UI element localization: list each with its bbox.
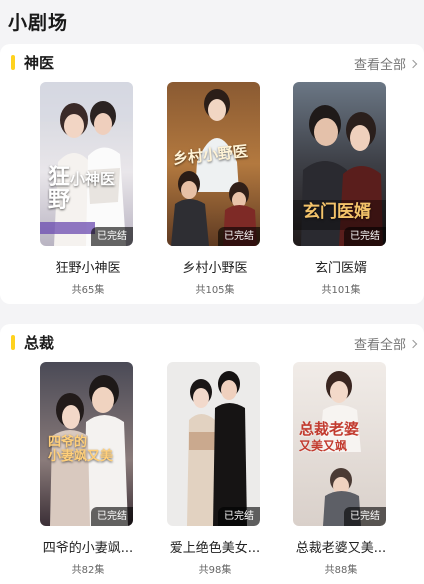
section-header: 总裁 查看全部 <box>0 324 424 364</box>
drama-title[interactable]: 四爷的小妻飒... <box>23 537 153 556</box>
drama-card[interactable]: 四爷的 小妻飒又美 已完结 四爷的小妻飒... 共82集 <box>33 362 133 582</box>
poster-title-art: 玄门医婿 <box>303 202 371 222</box>
drama-poster[interactable]: 狂小神医野 已完结 <box>40 82 133 246</box>
drama-card[interactable]: 狂小神医野 已完结 狂野小神医 共65集 <box>33 82 133 302</box>
section-zongcai: 总裁 查看全部 四爷的 小妻飒又美 已完结 四爷的小妻飒... 共82集 已完结… <box>0 324 424 584</box>
drama-title[interactable]: 乡村小野医 <box>150 257 280 276</box>
episode-count: 共105集 <box>195 285 235 296</box>
poster-title-art: 狂小神医野 <box>48 164 116 214</box>
drama-title[interactable]: 总裁老婆又美... <box>276 537 406 556</box>
status-badge: 已完结 <box>344 227 386 246</box>
episode-count: 共65集 <box>71 285 105 296</box>
drama-poster[interactable]: 乡村小野医 已完结 <box>167 82 260 246</box>
accent-bar <box>11 335 15 350</box>
section-title: 总裁 <box>24 334 55 352</box>
drama-card[interactable]: 已完结 爱上绝色美女... 共98集 <box>160 362 260 582</box>
drama-poster[interactable]: 总裁老婆 又美又飒 已完结 <box>293 362 386 526</box>
chevron-right-icon <box>408 339 418 348</box>
poster-title-art: 四爷的 小妻飒又美 <box>48 435 114 464</box>
accent-bar <box>11 55 15 70</box>
section-header: 神医 查看全部 <box>0 44 424 84</box>
drama-card[interactable]: 玄门医婿 已完结 玄门医婿 共101集 <box>286 82 386 302</box>
drama-card[interactable]: 乡村小野医 已完结 乡村小野医 共105集 <box>160 82 260 302</box>
drama-card[interactable]: 总裁老婆 又美又飒 已完结 总裁老婆又美... 共88集 <box>286 362 386 582</box>
view-all-button[interactable]: 查看全部 <box>354 54 420 73</box>
episode-count: 共101集 <box>321 285 361 296</box>
status-badge: 已完结 <box>91 507 133 526</box>
drama-poster[interactable]: 已完结 <box>167 362 260 526</box>
drama-poster[interactable]: 四爷的 小妻飒又美 已完结 <box>40 362 133 526</box>
view-all-label: 查看全部 <box>353 338 406 353</box>
status-badge: 已完结 <box>218 227 260 246</box>
drama-title[interactable]: 玄门医婿 <box>276 257 406 276</box>
episode-count: 共88集 <box>324 565 358 576</box>
episode-count: 共98集 <box>198 565 232 576</box>
drama-list: 四爷的 小妻飒又美 已完结 四爷的小妻飒... 共82集 已完结 爱上绝色美女.… <box>0 362 424 584</box>
drama-title[interactable]: 狂野小神医 <box>23 257 153 276</box>
chevron-right-icon <box>408 59 418 68</box>
status-badge: 已完结 <box>344 507 386 526</box>
poster-title-art: 总裁老婆 又美又飒 <box>299 420 360 453</box>
view-all-button[interactable]: 查看全部 <box>354 334 420 353</box>
status-badge: 已完结 <box>218 507 260 526</box>
drama-title[interactable]: 爱上绝色美女... <box>150 537 280 556</box>
drama-poster[interactable]: 玄门医婿 已完结 <box>293 82 386 246</box>
section-title: 神医 <box>24 54 55 72</box>
section-shenyi: 神医 查看全部 狂小神医 野 已完结 狂野小神医 共65集 乡村小野医 已完结 … <box>0 44 424 304</box>
page-title: 小剧场 <box>8 12 69 34</box>
view-all-label: 查看全部 <box>353 58 406 73</box>
episode-count: 共82集 <box>71 565 105 576</box>
drama-list: 狂小神医野 已完结 狂野小神医 共65集 乡村小野医 已完结 乡村小野医 共10… <box>0 82 424 304</box>
status-badge: 已完结 <box>91 227 133 246</box>
